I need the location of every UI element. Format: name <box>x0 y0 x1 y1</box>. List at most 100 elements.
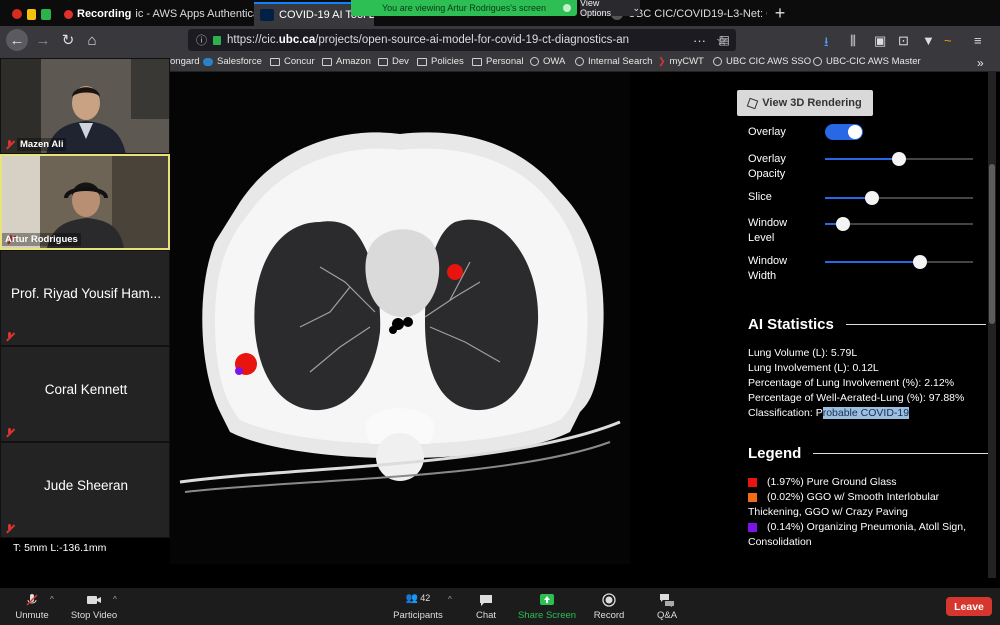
overlay-opacity-slider[interactable] <box>825 152 973 166</box>
library-icon[interactable]: ⫼ <box>850 33 856 49</box>
video-tile-jude-sheeran[interactable]: Jude Sheeran <box>0 442 170 538</box>
leave-button[interactable]: Leave <box>946 597 992 616</box>
bookmark-folder[interactable]: Dev <box>378 56 409 67</box>
lesion-marker <box>447 264 463 280</box>
legend-swatch <box>748 477 757 487</box>
stop-video-button[interactable]: Stop Video <box>54 591 134 621</box>
bookmark-item[interactable]: ❯ myCWT <box>658 56 704 67</box>
slice-label: Slice <box>748 191 772 203</box>
view-3d-rendering-button[interactable]: View 3D Rendering <box>737 90 873 116</box>
globe-icon <box>575 57 584 66</box>
bookmark-item[interactable]: UBC CIC AWS SSO <box>713 56 811 67</box>
url-text[interactable]: https://cic.ubc.ca/projects/open-source-… <box>227 34 719 46</box>
bookmark-folder[interactable]: Concur <box>270 56 315 67</box>
leave-label: Leave <box>954 600 984 613</box>
bookmark-folder[interactable]: Amazon <box>322 56 371 67</box>
legend-text: (0.02%) GGO w/ Smooth Interlobular Thick… <box>748 491 940 518</box>
browser-extensions <box>6 2 58 26</box>
ct-scan-viewer[interactable] <box>170 72 630 564</box>
bookmark-item[interactable]: UBC-CIC AWS Master <box>813 56 921 67</box>
bookmarks-overflow-icon[interactable]: » <box>977 56 984 70</box>
qa-label: Q&A <box>656 610 678 621</box>
folder-icon <box>270 57 280 66</box>
sidebar-icon[interactable]: ▣ <box>874 33 886 49</box>
forward-button[interactable]: → <box>32 29 54 51</box>
mic-muted-icon <box>5 524 14 533</box>
arrow-right-icon: → <box>35 31 51 49</box>
legend-swatch <box>748 492 757 502</box>
vpn-icon[interactable]: ▼ <box>922 33 935 48</box>
video-tile-artur-rodrigues[interactable]: Artur Rodrigues <box>0 154 170 250</box>
globe-icon <box>530 57 539 66</box>
lock-icon[interactable] <box>213 35 221 45</box>
video-tile-riyad[interactable]: Prof. Riyad Yousif Ham... <box>0 250 170 346</box>
qa-button[interactable]: Q&A <box>627 591 707 621</box>
classification-value[interactable]: robable COVID-19 <box>822 407 910 419</box>
video-tile-coral-kennett[interactable]: Coral Kennett <box>0 346 170 442</box>
bookmark-star-icon[interactable]: ☆ <box>716 33 728 49</box>
download-icon[interactable]: ⭳ <box>824 33 829 55</box>
more-actions-icon[interactable]: ··· <box>693 33 706 48</box>
share-status-icon <box>563 4 571 12</box>
window-width-label: Window Width <box>748 255 788 282</box>
mic-muted-icon <box>5 332 14 341</box>
new-tab-button[interactable]: + <box>770 3 790 23</box>
url-path: /projects/open-source-ai-model-for-covid… <box>315 34 630 46</box>
reload-button[interactable]: ↻ <box>57 29 79 51</box>
browser-tab-strip: Recording ic - AWS Apps Authentication ✕… <box>0 0 1000 26</box>
legend-item-ggo: (0.02%) GGO w/ Smooth Interlobular Thick… <box>748 490 984 520</box>
slider-knob[interactable] <box>892 152 906 166</box>
legend-text: (1.97%) Pure Ground Glass <box>767 476 897 488</box>
meeting-toolbar: Unmute ^ Stop Video ^ 👥 42 Participants ^… <box>0 588 1000 625</box>
recording-label: Recording <box>77 8 132 20</box>
slice-slider[interactable] <box>825 191 973 205</box>
bookmark-label: Internal Search <box>588 56 653 67</box>
tab-aws-apps-auth[interactable]: Recording ic - AWS Apps Authentication ✕ <box>58 2 254 26</box>
cwt-icon: ❯ <box>658 56 666 66</box>
view-options-button[interactable]: View Options ⌄ <box>580 0 640 18</box>
overlay-toggle[interactable] <box>825 124 863 140</box>
slider-knob[interactable] <box>912 255 927 269</box>
bookmark-label: myCWT <box>669 56 704 67</box>
ct-scan-image[interactable] <box>170 72 630 564</box>
url-prefix: https://cic. <box>227 34 279 46</box>
bookmark-folder[interactable]: Policies <box>417 56 464 67</box>
chat-bubble-icon <box>480 595 492 606</box>
window-level-slider[interactable] <box>825 217 973 231</box>
bookmark-label: UBC CIC AWS SSO <box>726 56 812 67</box>
video-tile-mazen-ali[interactable]: Mazen Ali <box>0 58 170 154</box>
panel-scrollbar[interactable] <box>989 164 995 324</box>
bookmark-folder[interactable]: Personal <box>472 56 524 67</box>
screenshot-icon[interactable]: ⊡ <box>898 33 909 49</box>
overlay-label: Overlay <box>748 126 786 138</box>
chevron-up-icon[interactable]: ^ <box>113 595 117 604</box>
slider-knob[interactable] <box>835 217 850 231</box>
window-width-slider[interactable] <box>825 255 973 269</box>
slider-knob[interactable] <box>865 191 880 205</box>
screen: Recording ic - AWS Apps Authentication ✕… <box>0 0 1000 625</box>
cube-icon <box>747 97 759 109</box>
stat-lung-volume: Lung Volume (L): 5.79L <box>748 347 858 359</box>
menu-icon[interactable]: ≡ <box>974 33 982 48</box>
recording-dot-icon <box>64 9 73 19</box>
info-icon[interactable]: ⓘ <box>196 32 207 48</box>
chevron-down-icon: ⌄ <box>632 2 640 13</box>
lesion-marker <box>235 367 243 375</box>
bookmark-item[interactable]: Salesforce <box>203 56 262 67</box>
share-screen-icon <box>540 594 554 605</box>
record-status-icon <box>12 9 22 19</box>
bookmark-item[interactable]: ongard <box>170 56 200 67</box>
url-bar[interactable]: ⓘ https://cic.ubc.ca/projects/open-sourc… <box>188 29 736 51</box>
bookmark-item[interactable]: OWA <box>530 56 565 67</box>
panel-scrollbar-track <box>988 72 996 578</box>
extension-icon[interactable] <box>27 8 36 20</box>
stop-video-label: Stop Video <box>70 610 118 621</box>
bookmark-item[interactable]: Internal Search <box>575 56 652 67</box>
bookmark-label: UBC-CIC AWS Master <box>826 56 921 67</box>
bookmark-label: Dev <box>392 56 409 67</box>
back-button[interactable]: ← <box>6 29 28 51</box>
amazon-icon[interactable]: ~ <box>944 33 952 48</box>
home-button[interactable]: ⌂ <box>81 29 103 51</box>
participant-name: Artur Rodrigues <box>2 233 81 246</box>
shield-icon[interactable] <box>41 8 51 20</box>
